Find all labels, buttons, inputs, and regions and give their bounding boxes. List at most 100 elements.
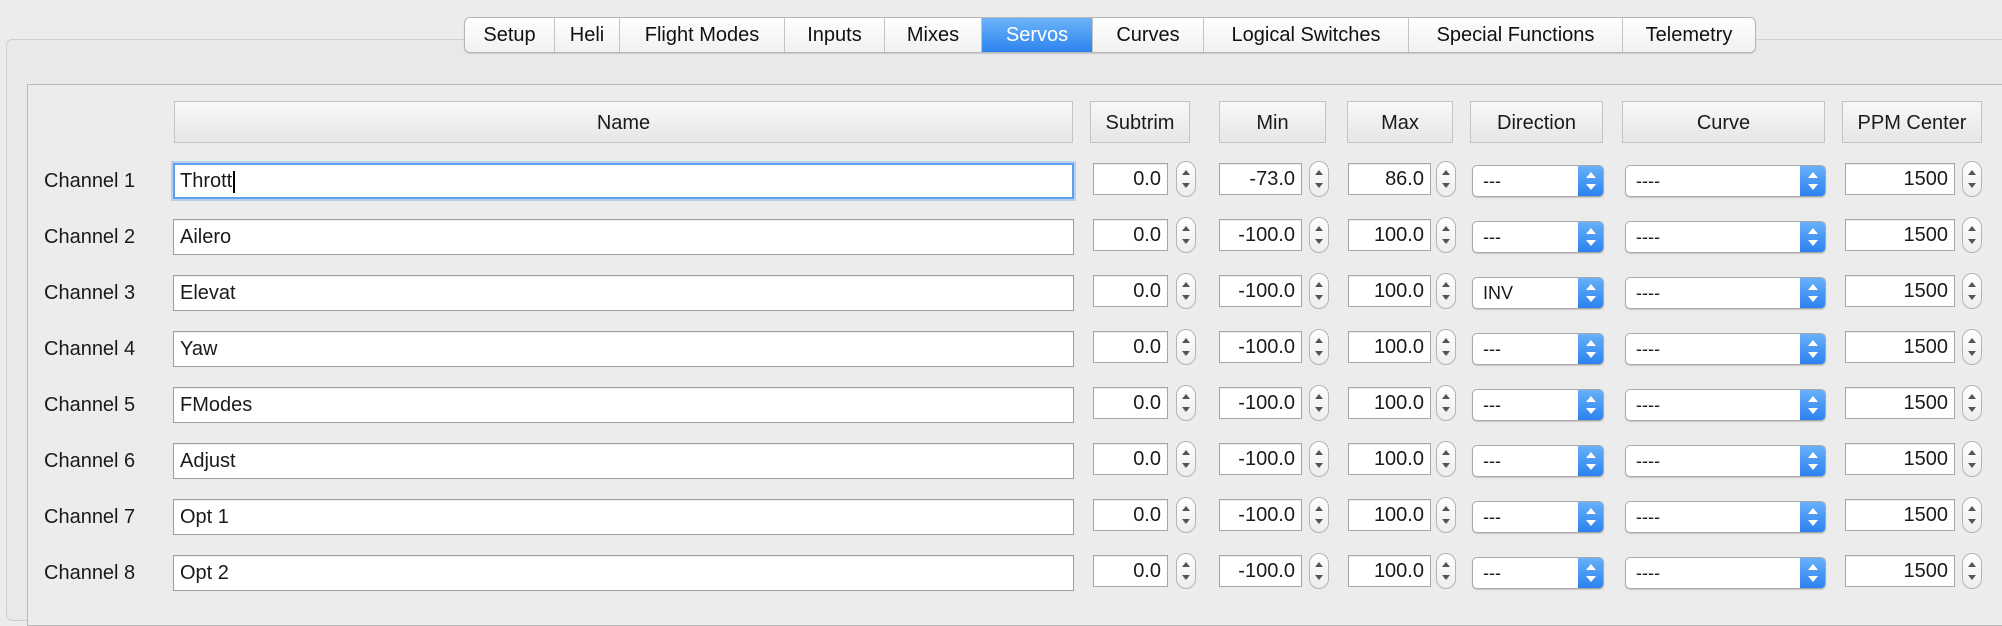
curve-select[interactable]: ---- <box>1625 389 1826 421</box>
ppm-center-stepper-icon[interactable] <box>1962 273 1982 309</box>
max-input[interactable]: 100.0 <box>1348 387 1431 419</box>
min-input[interactable]: -100.0 <box>1219 499 1302 531</box>
direction-select[interactable]: --- <box>1472 389 1604 421</box>
max-input[interactable]: 100.0 <box>1348 443 1431 475</box>
subtrim-stepper-icon[interactable] <box>1176 497 1196 533</box>
channel-name-input[interactable]: Elevat <box>173 275 1074 311</box>
min-input[interactable]: -100.0 <box>1219 275 1302 307</box>
subtrim-input[interactable]: 0.0 <box>1093 387 1168 419</box>
ppm-center-input[interactable]: 1500 <box>1845 331 1955 363</box>
tab-curves[interactable]: Curves <box>1093 18 1204 52</box>
tab-servos[interactable]: Servos <box>982 18 1093 52</box>
max-stepper-icon[interactable] <box>1436 441 1456 477</box>
subtrim-input[interactable]: 0.0 <box>1093 555 1168 587</box>
tab-special-functions[interactable]: Special Functions <box>1409 18 1623 52</box>
min-stepper-icon[interactable] <box>1309 385 1329 421</box>
min-stepper-icon[interactable] <box>1309 553 1329 589</box>
ppm-center-stepper-icon[interactable] <box>1962 161 1982 197</box>
curve-select[interactable]: ---- <box>1625 221 1826 253</box>
min-stepper-icon[interactable] <box>1309 273 1329 309</box>
ppm-center-input[interactable]: 1500 <box>1845 555 1955 587</box>
direction-select[interactable]: --- <box>1472 165 1604 197</box>
min-input[interactable]: -73.0 <box>1219 163 1302 195</box>
ppm-center-stepper-icon[interactable] <box>1962 441 1982 477</box>
curve-select[interactable]: ---- <box>1625 501 1826 533</box>
max-input[interactable]: 100.0 <box>1348 275 1431 307</box>
ppm-center-stepper-icon[interactable] <box>1962 385 1982 421</box>
min-input[interactable]: -100.0 <box>1219 219 1302 251</box>
subtrim-input[interactable]: 0.0 <box>1093 219 1168 251</box>
max-stepper-icon[interactable] <box>1436 161 1456 197</box>
min-input[interactable]: -100.0 <box>1219 443 1302 475</box>
curve-select[interactable]: ---- <box>1625 277 1826 309</box>
max-input[interactable]: 86.0 <box>1348 163 1431 195</box>
min-stepper-icon[interactable] <box>1309 161 1329 197</box>
ppm-center-input[interactable]: 1500 <box>1845 499 1955 531</box>
max-input[interactable]: 100.0 <box>1348 331 1431 363</box>
tab-flight-modes[interactable]: Flight Modes <box>620 18 785 52</box>
subtrim-stepper-icon[interactable] <box>1176 329 1196 365</box>
direction-select[interactable]: --- <box>1472 221 1604 253</box>
max-input[interactable]: 100.0 <box>1348 219 1431 251</box>
subtrim-input[interactable]: 0.0 <box>1093 163 1168 195</box>
curve-select[interactable]: ---- <box>1625 165 1826 197</box>
subtrim-input[interactable]: 0.0 <box>1093 331 1168 363</box>
subtrim-input[interactable]: 0.0 <box>1093 499 1168 531</box>
subtrim-stepper-icon[interactable] <box>1176 273 1196 309</box>
subtrim-input[interactable]: 0.0 <box>1093 275 1168 307</box>
channel-name-input[interactable]: Ailero <box>173 219 1074 255</box>
min-stepper-icon[interactable] <box>1309 217 1329 253</box>
channel-name-input[interactable]: Thrott <box>173 163 1074 199</box>
subtrim-stepper-icon[interactable] <box>1176 385 1196 421</box>
channel-name-input[interactable]: Adjust <box>173 443 1074 479</box>
max-input[interactable]: 100.0 <box>1348 499 1431 531</box>
min-input[interactable]: -100.0 <box>1219 331 1302 363</box>
tab-setup[interactable]: Setup <box>465 18 555 52</box>
channel-name-input[interactable]: Opt 2 <box>173 555 1074 591</box>
min-input[interactable]: -100.0 <box>1219 387 1302 419</box>
subtrim-stepper-icon[interactable] <box>1176 553 1196 589</box>
subtrim-stepper-icon[interactable] <box>1176 217 1196 253</box>
max-stepper-icon[interactable] <box>1436 385 1456 421</box>
max-stepper-icon[interactable] <box>1436 497 1456 533</box>
max-stepper-icon[interactable] <box>1436 273 1456 309</box>
ppm-center-input[interactable]: 1500 <box>1845 443 1955 475</box>
ppm-center-input[interactable]: 1500 <box>1845 163 1955 195</box>
max-stepper-icon[interactable] <box>1436 329 1456 365</box>
ppm-center-input[interactable]: 1500 <box>1845 275 1955 307</box>
channel-name-input[interactable]: Yaw <box>173 331 1074 367</box>
min-stepper-icon[interactable] <box>1309 497 1329 533</box>
max-stepper-icon[interactable] <box>1436 217 1456 253</box>
ppm-center-stepper-icon[interactable] <box>1962 217 1982 253</box>
max-input[interactable]: 100.0 <box>1348 555 1431 587</box>
min-stepper-icon[interactable] <box>1309 329 1329 365</box>
direction-select[interactable]: --- <box>1472 445 1604 477</box>
direction-select[interactable]: --- <box>1472 501 1604 533</box>
curve-select[interactable]: ---- <box>1625 445 1826 477</box>
tab-telemetry[interactable]: Telemetry <box>1623 18 1755 52</box>
ppm-center-stepper-icon[interactable] <box>1962 553 1982 589</box>
curve-select[interactable]: ---- <box>1625 333 1826 365</box>
ppm-center-input[interactable]: 1500 <box>1845 219 1955 251</box>
tab-inputs[interactable]: Inputs <box>785 18 885 52</box>
column-header-name: Name <box>174 101 1073 143</box>
subtrim-input[interactable]: 0.0 <box>1093 443 1168 475</box>
tab-logical-switches[interactable]: Logical Switches <box>1204 18 1409 52</box>
direction-value: --- <box>1483 507 1501 527</box>
max-stepper-icon[interactable] <box>1436 553 1456 589</box>
subtrim-stepper-icon[interactable] <box>1176 161 1196 197</box>
direction-select[interactable]: --- <box>1472 333 1604 365</box>
direction-select[interactable]: --- <box>1472 557 1604 589</box>
curve-select[interactable]: ---- <box>1625 557 1826 589</box>
min-stepper-icon[interactable] <box>1309 441 1329 477</box>
ppm-center-stepper-icon[interactable] <box>1962 329 1982 365</box>
tab-mixes[interactable]: Mixes <box>885 18 982 52</box>
channel-name-input[interactable]: FModes <box>173 387 1074 423</box>
ppm-center-input[interactable]: 1500 <box>1845 387 1955 419</box>
min-input[interactable]: -100.0 <box>1219 555 1302 587</box>
subtrim-stepper-icon[interactable] <box>1176 441 1196 477</box>
ppm-center-stepper-icon[interactable] <box>1962 497 1982 533</box>
tab-heli[interactable]: Heli <box>555 18 620 52</box>
direction-select[interactable]: INV <box>1472 277 1604 309</box>
channel-name-input[interactable]: Opt 1 <box>173 499 1074 535</box>
